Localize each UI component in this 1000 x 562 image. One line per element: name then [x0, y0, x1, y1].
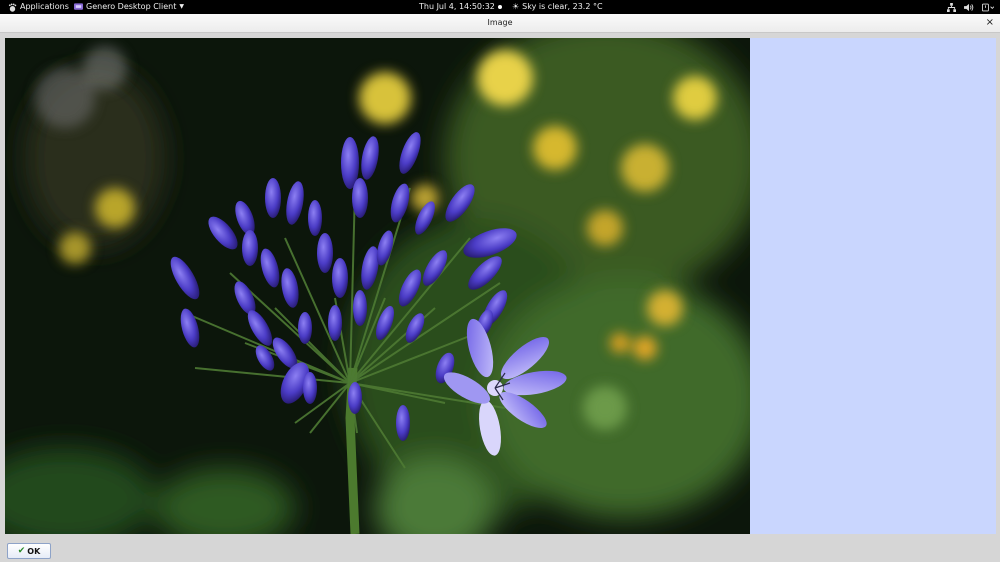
app-icon: [74, 3, 83, 10]
power-icon: [982, 3, 994, 11]
applications-menu[interactable]: Applications: [8, 0, 69, 14]
volume-icon: [964, 3, 974, 11]
ok-button[interactable]: ✔ OK: [7, 543, 51, 559]
app-menu[interactable]: Genero Desktop Client ▼: [74, 0, 184, 14]
system-tray[interactable]: [947, 0, 994, 14]
applications-label: Applications: [20, 2, 69, 11]
gnome-foot-icon: [8, 2, 17, 12]
app-menu-label: Genero Desktop Client: [86, 2, 177, 11]
close-icon[interactable]: ×: [986, 14, 994, 32]
chevron-down-icon: ▼: [179, 3, 184, 10]
weather-text: Sky is clear, 23.2 °C: [522, 2, 603, 11]
side-panel: [750, 38, 996, 534]
clock-text: Thu Jul 4, 14:50:32: [419, 2, 495, 11]
clock[interactable]: Thu Jul 4, 14:50:32: [419, 0, 502, 14]
ok-label: OK: [27, 546, 41, 556]
flower-image: [5, 38, 750, 534]
check-icon: ✔: [17, 546, 26, 556]
button-bar: ✔ OK: [0, 539, 1000, 562]
image-view: [5, 38, 750, 534]
network-icon: [947, 2, 956, 12]
dialog-content: [0, 33, 1000, 539]
window-titlebar[interactable]: Image ×: [0, 14, 1000, 33]
window-title: Image: [487, 18, 513, 27]
weather-indicator[interactable]: ☀ Sky is clear, 23.2 °C: [512, 0, 603, 14]
top-panel: Applications Genero Desktop Client ▼ Thu…: [0, 0, 1000, 14]
notification-dot-icon: [497, 5, 502, 9]
weather-icon: ☀: [512, 2, 520, 11]
